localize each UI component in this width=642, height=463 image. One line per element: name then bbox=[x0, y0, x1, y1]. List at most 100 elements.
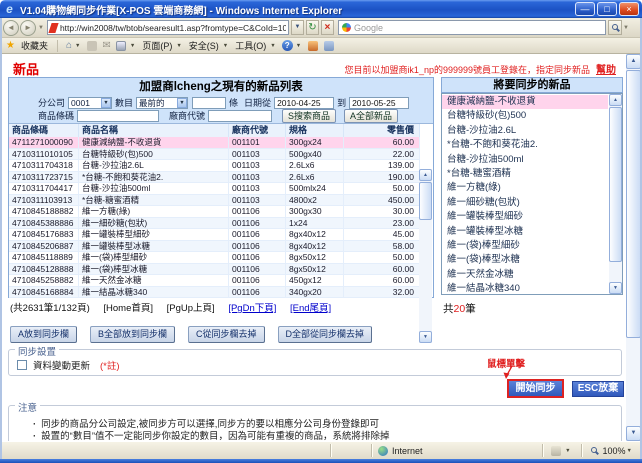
back-button[interactable]: ◄ bbox=[3, 20, 19, 36]
date-to-input[interactable] bbox=[349, 97, 409, 109]
sync-list-item[interactable]: 維一方糖(綠) bbox=[442, 181, 608, 195]
tools-menu[interactable]: 工具(O) bbox=[235, 39, 266, 52]
scrollbar-thumb[interactable] bbox=[419, 182, 432, 220]
table-row[interactable]: 4710311704417 台糖-沙拉油500ml 001103 500mlx2… bbox=[9, 183, 420, 195]
sync-list-item[interactable]: 維一罐裝棒型細砂 bbox=[442, 210, 608, 224]
table-row[interactable]: 4710845206887 維一罐裝棒型冰糖 001106 8gx40x12 5… bbox=[9, 241, 420, 253]
end-page-link[interactable]: [End尾頁] bbox=[290, 303, 331, 314]
help-link[interactable]: 幫助 bbox=[596, 65, 616, 76]
close-button[interactable]: × bbox=[619, 2, 639, 16]
chevron-down-icon[interactable]: ▼ bbox=[101, 98, 111, 108]
home-dropdown-icon[interactable]: ▼ bbox=[75, 43, 80, 49]
refresh-button[interactable]: ↻ bbox=[306, 20, 319, 35]
all-new-products-button[interactable]: A全部新品 bbox=[344, 109, 398, 123]
table-row[interactable]: 4710845188882 維一方糖(綠) 001106 300gx30 30.… bbox=[9, 206, 420, 218]
table-scrollbar[interactable]: ▲ ▼ bbox=[419, 169, 432, 343]
search-options-dropdown-icon[interactable]: ▼ bbox=[623, 25, 629, 31]
sync-list-item[interactable]: *台糖-糖蜜酒精 bbox=[442, 167, 608, 181]
tools-dropdown-icon[interactable]: ▼ bbox=[270, 43, 275, 49]
sync-list-item[interactable]: 維一結晶冰糖340 bbox=[442, 282, 608, 295]
zoom-dropdown-icon[interactable]: ▼ bbox=[627, 448, 632, 454]
search-products-button[interactable]: S搜索商品 bbox=[282, 109, 336, 123]
count-select[interactable]: 最前的 ▼ bbox=[136, 97, 188, 109]
table-row[interactable]: 4710311704318 台糖-沙拉油2.6L 001103 2.6Lx6 1… bbox=[9, 160, 420, 172]
favorites-star-icon[interactable]: ★ bbox=[6, 40, 15, 51]
chevron-down-icon[interactable]: ▼ bbox=[177, 98, 187, 108]
sync-list-item[interactable]: 台糖特級砂(包)500 bbox=[442, 109, 608, 123]
branch-select[interactable]: 0001 ▼ bbox=[68, 97, 112, 109]
print-dropdown-icon[interactable]: ▼ bbox=[130, 43, 135, 49]
mail-icon[interactable]: ✉ bbox=[102, 40, 110, 51]
sync-list-item[interactable]: 維一(袋)棒型冰糖 bbox=[442, 253, 608, 267]
scroll-down-icon[interactable]: ▼ bbox=[626, 426, 641, 441]
scroll-up-icon[interactable]: ▲ bbox=[626, 54, 641, 69]
pgdn-page-link[interactable]: [PgDn下頁] bbox=[228, 303, 276, 314]
safety-menu[interactable]: 安全(S) bbox=[189, 39, 219, 52]
cell-vendor: 001106 bbox=[229, 218, 286, 230]
remove-from-sync-button[interactable]: C從同步欄去掉 bbox=[188, 326, 265, 343]
print-icon[interactable] bbox=[116, 41, 126, 51]
table-row[interactable]: 4710311010105 台糖特級砂(包)500 001103 500gx40… bbox=[9, 149, 420, 161]
favorites-label[interactable]: 收藏夹 bbox=[21, 39, 48, 52]
sync-list-item[interactable]: 維一細砂糖(包狀) bbox=[442, 196, 608, 210]
protected-mode-icon[interactable] bbox=[551, 446, 561, 456]
sync-list-item[interactable]: 維一(袋)棒型細砂 bbox=[442, 239, 608, 253]
scroll-up-icon[interactable]: ▲ bbox=[419, 169, 432, 181]
history-dropdown-icon[interactable]: ▼ bbox=[38, 25, 44, 31]
search-box[interactable]: Google bbox=[338, 20, 606, 35]
forward-button[interactable]: ► bbox=[20, 20, 36, 36]
help-icon[interactable]: ? bbox=[282, 40, 293, 51]
sync-list-item[interactable]: 台糖-沙拉油2.6L bbox=[442, 124, 608, 138]
table-row[interactable]: 4710845258882 維一天然金冰糖 001106 450gx12 60.… bbox=[9, 275, 420, 287]
home-icon[interactable]: ⌂ bbox=[66, 40, 72, 51]
sync-list-item[interactable]: 維一天然金冰糖 bbox=[442, 268, 608, 282]
count-input[interactable] bbox=[192, 97, 226, 109]
table-row[interactable]: 4710845176883 維一罐裝棒型細砂 001106 8gx40x12 4… bbox=[9, 229, 420, 241]
pgup-page-button[interactable]: [PgUp上頁] bbox=[167, 303, 215, 314]
sync-list-scrollbar[interactable]: ▲ ▼ bbox=[609, 94, 622, 294]
table-row[interactable]: 4710845168884 維一結晶冰糖340 001106 340gx20 3… bbox=[9, 287, 420, 299]
scroll-up-icon[interactable]: ▲ bbox=[609, 94, 622, 106]
scrollbar-thumb[interactable] bbox=[626, 70, 641, 338]
add-to-sync-button[interactable]: A放到同步欄 bbox=[10, 326, 77, 343]
table-row[interactable]: 4710845128888 維一(袋)棒型冰糖 001106 8gx50x12 … bbox=[9, 264, 420, 276]
sync-list-item[interactable]: 維一罐裝棒型冰糖 bbox=[442, 225, 608, 239]
scroll-down-icon[interactable]: ▼ bbox=[419, 331, 432, 343]
home-page-button[interactable]: [Home首頁] bbox=[103, 303, 153, 314]
minimize-button[interactable]: — bbox=[575, 2, 595, 16]
protected-mode-dropdown-icon[interactable]: ▼ bbox=[565, 448, 570, 454]
address-bar[interactable]: http://win2008/tw/btob/searesult1.asp?fr… bbox=[47, 20, 289, 35]
address-dropdown-button[interactable]: ▼ bbox=[291, 20, 304, 35]
page-menu[interactable]: 页面(P) bbox=[142, 39, 172, 52]
zoom-level[interactable]: 100% bbox=[603, 446, 626, 456]
page-dropdown-icon[interactable]: ▼ bbox=[176, 43, 181, 49]
table-row[interactable]: 4710845388886 維一細砂糖(包狀) 001106 1x24 23.0… bbox=[9, 218, 420, 230]
messenger-icon[interactable] bbox=[308, 41, 318, 51]
esc-cancel-button[interactable]: ESC放棄 bbox=[572, 381, 624, 397]
table-row[interactable]: 4710311723715 *台糖-不飽和葵花油2. 001103 2.6Lx6… bbox=[9, 172, 420, 184]
add-all-to-sync-button[interactable]: B全部放到同步欄 bbox=[90, 326, 175, 343]
extension-icon[interactable] bbox=[324, 41, 334, 51]
sync-list-item[interactable]: 台糖-沙拉油500ml bbox=[442, 153, 608, 167]
feeds-icon[interactable] bbox=[87, 41, 97, 51]
help-dropdown-icon[interactable]: ▼ bbox=[296, 43, 301, 49]
sync-list-item[interactable]: *台糖-不飽和葵花油2. bbox=[442, 138, 608, 152]
start-sync-button[interactable]: 開始同步 bbox=[507, 379, 564, 398]
maximize-button[interactable]: □ bbox=[597, 2, 617, 16]
scrollbar-thumb[interactable] bbox=[609, 107, 622, 262]
search-go-button[interactable] bbox=[608, 20, 622, 35]
data-update-checkbox[interactable] bbox=[17, 360, 27, 370]
date-from-input[interactable] bbox=[274, 97, 334, 109]
safety-dropdown-icon[interactable]: ▼ bbox=[223, 43, 228, 49]
scroll-down-icon[interactable]: ▼ bbox=[609, 282, 622, 294]
cell-barcode: 4711271000090 bbox=[9, 137, 79, 149]
page-scrollbar[interactable]: ▲ ▼ bbox=[626, 54, 641, 441]
table-row[interactable]: 4711271000090 健康減納鹽-不收退貨 001101 300gx24 … bbox=[9, 137, 420, 149]
vendor-input[interactable] bbox=[208, 110, 272, 122]
stop-button[interactable]: × bbox=[321, 20, 334, 35]
remove-all-from-sync-button[interactable]: D全部從同步欄去掉 bbox=[278, 326, 373, 343]
barcode-input[interactable] bbox=[77, 110, 159, 122]
table-row[interactable]: 4710845118889 維一(袋)棒型細砂 001106 8gx50x12 … bbox=[9, 252, 420, 264]
sync-list-item[interactable]: 健康減納鹽-不收退貨 bbox=[442, 95, 608, 109]
table-row[interactable]: 4710311103913 *台糖-糖蜜酒精 001103 4800x2 450… bbox=[9, 195, 420, 207]
